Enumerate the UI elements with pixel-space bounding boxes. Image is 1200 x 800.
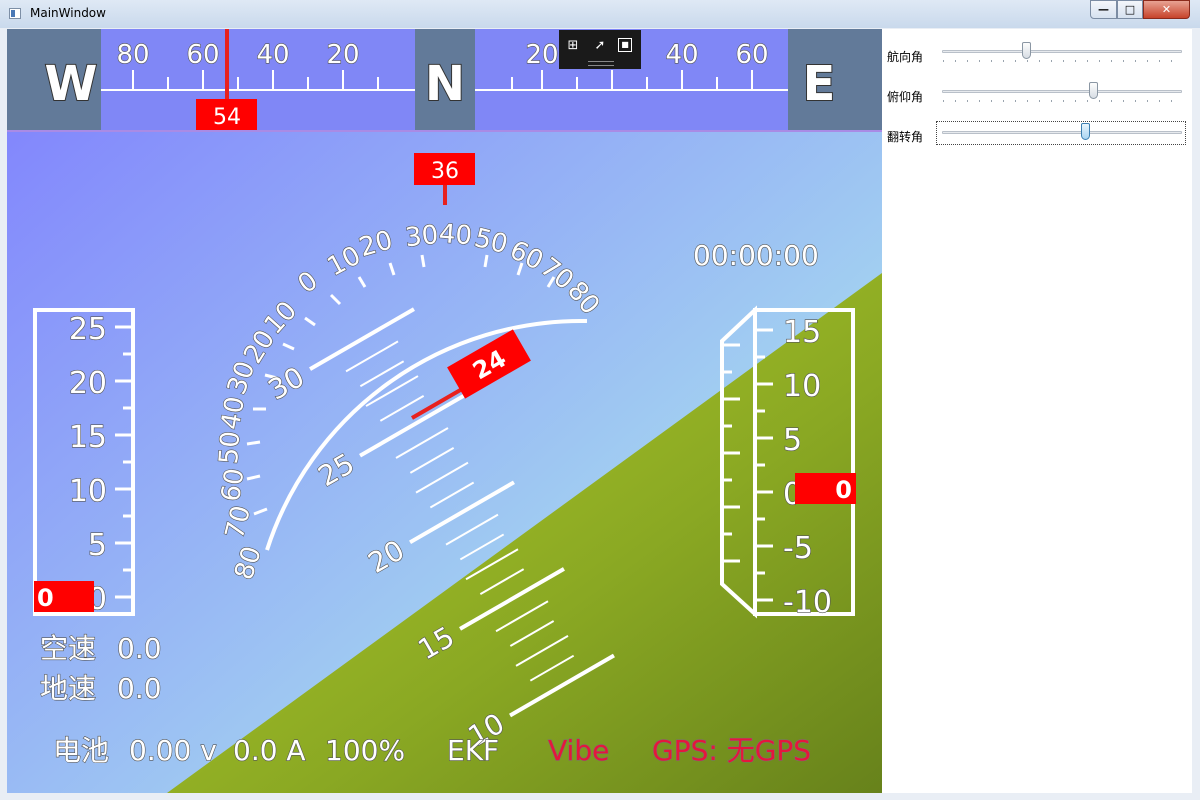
airspeed-label: 15 bbox=[69, 420, 107, 455]
flight-hud: 80 60 40 20 20 40 60 W N E 54 36 80 70 6… bbox=[7, 29, 882, 793]
app-icon bbox=[9, 8, 21, 19]
display-adorners-icon[interactable]: ■ bbox=[618, 38, 632, 52]
roll-slider-label: 翻转角 bbox=[887, 130, 924, 144]
compass-tick-label: 40 bbox=[665, 40, 698, 70]
roll-tick-label: 40 bbox=[216, 394, 251, 432]
slider-groove bbox=[942, 131, 1182, 134]
cardinal-w: W bbox=[45, 56, 98, 112]
minimize-icon: — bbox=[1098, 3, 1109, 16]
floating-toolbar[interactable]: ⊞ ➚ ■ bbox=[559, 30, 641, 69]
gps-status: GPS: 无GPS bbox=[652, 734, 811, 767]
slider-groove bbox=[942, 90, 1182, 93]
close-icon: ✕ bbox=[1161, 3, 1172, 16]
slider-thumb[interactable] bbox=[1089, 82, 1098, 99]
roll-tick-label: 30 bbox=[404, 220, 440, 253]
cardinal-n: N bbox=[425, 56, 465, 112]
compass-tick-label: 60 bbox=[186, 40, 219, 70]
slider-ticks bbox=[943, 60, 1183, 62]
window-title: MainWindow bbox=[30, 6, 106, 20]
slider-groove bbox=[942, 50, 1182, 53]
pitch-slider[interactable] bbox=[942, 81, 1192, 105]
compass-tick-label: 60 bbox=[735, 40, 768, 70]
title-bar[interactable]: MainWindow — □ ✕ bbox=[0, 0, 1200, 28]
altitude-label: -5 bbox=[783, 531, 813, 566]
heading-slider[interactable] bbox=[942, 41, 1192, 65]
roll-tick-label: 50 bbox=[214, 430, 246, 465]
minimize-button[interactable]: — bbox=[1090, 0, 1117, 19]
heading-compass: 80 60 40 20 20 40 60 W N E 54 bbox=[7, 29, 882, 132]
compass-tick-label: 80 bbox=[116, 40, 149, 70]
close-button[interactable]: ✕ bbox=[1143, 0, 1190, 19]
battery-percent: 100% bbox=[325, 734, 405, 767]
maximize-icon: □ bbox=[1124, 3, 1136, 16]
roll-tick-label: 60 bbox=[216, 467, 250, 504]
altitude-value: 0 bbox=[835, 476, 852, 504]
altitude-label: -10 bbox=[783, 585, 832, 620]
groundspeed-readout: 0.0 bbox=[117, 672, 162, 705]
airspeed-value: 0 bbox=[37, 584, 54, 612]
client-area: 80 60 40 20 20 40 60 W N E 54 36 80 70 6… bbox=[7, 29, 1192, 793]
airspeed-label: 25 bbox=[69, 312, 107, 347]
altitude-label: 15 bbox=[783, 315, 821, 350]
select-element-icon[interactable]: ➚ bbox=[592, 38, 608, 54]
main-window: MainWindow — □ ✕ 80 60 40 20 20 40 60 W … bbox=[0, 0, 1200, 800]
slider-ticks bbox=[943, 100, 1183, 102]
battery-current: 0.0 A bbox=[233, 734, 306, 767]
maximize-button[interactable]: □ bbox=[1117, 0, 1143, 19]
altitude-label: 10 bbox=[783, 369, 821, 404]
airspeed-readout: 0.0 bbox=[117, 632, 162, 665]
altitude-label: 5 bbox=[783, 423, 802, 458]
flight-timer: 00:00:00 bbox=[693, 239, 819, 272]
groundspeed-caption: 地速 bbox=[40, 672, 96, 705]
battery-caption: 电池 bbox=[53, 734, 109, 767]
pitch-slider-label: 俯仰角 bbox=[887, 90, 924, 104]
compass-tick-label: 20 bbox=[525, 40, 558, 70]
roll-value: 36 bbox=[431, 159, 459, 184]
airspeed-caption: 空速 bbox=[40, 632, 96, 665]
ekf-status: EKF bbox=[447, 734, 499, 767]
airspeed-label: 20 bbox=[69, 366, 107, 401]
visual-tree-icon[interactable]: ⊞ bbox=[565, 38, 581, 54]
battery-voltage: 0.00 v bbox=[129, 734, 217, 767]
airspeed-label: 10 bbox=[69, 474, 107, 509]
roll-tick-label: 40 bbox=[438, 219, 473, 251]
airspeed-label: 5 bbox=[88, 528, 107, 563]
compass-tick-label: 20 bbox=[326, 40, 359, 70]
roll-slider[interactable] bbox=[936, 121, 1186, 145]
heading-slider-label: 航向角 bbox=[887, 50, 924, 64]
slider-thumb[interactable] bbox=[1081, 123, 1090, 140]
compass-tick-label: 40 bbox=[256, 40, 289, 70]
toolbar-grip[interactable] bbox=[588, 61, 614, 66]
heading-value: 54 bbox=[213, 105, 241, 130]
cardinal-e: E bbox=[803, 56, 836, 112]
slider-thumb[interactable] bbox=[1022, 42, 1031, 59]
vibe-status: Vibe bbox=[548, 734, 609, 767]
